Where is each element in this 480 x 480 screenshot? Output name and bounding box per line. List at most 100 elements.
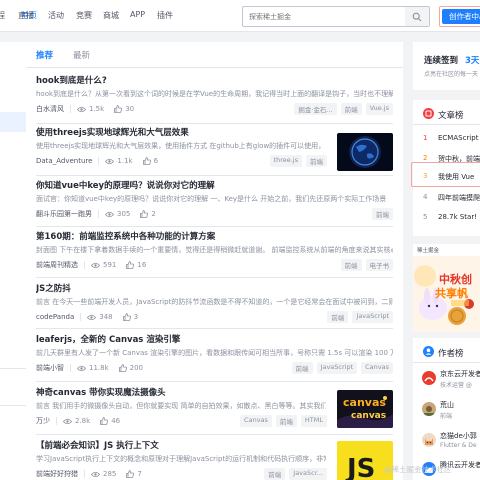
article-meta: 翻斗乐园第一跑男 305 2 [36, 209, 166, 219]
article-author[interactable]: 万少 [36, 416, 50, 426]
rank-item-title[interactable]: 28.7k Star! [438, 213, 477, 221]
svg-text:JS: JS [345, 454, 375, 480]
article-title[interactable]: 神奇canvas 带你实现魔法摄像头 [36, 386, 326, 398]
tag[interactable]: Canvas [240, 415, 272, 427]
likes-stat[interactable]: 2 [140, 210, 156, 218]
views-stat: 2.8k [63, 417, 90, 425]
nav-mall[interactable]: 商城 [103, 10, 119, 21]
mid-autumn-banner[interactable]: 稀土掘金 中秋创 共享帆 [413, 244, 480, 332]
nav-partial[interactable]: 程 [0, 10, 5, 21]
creator-center-button[interactable]: 创作者中心 [442, 9, 480, 24]
likes-stat[interactable]: 16 [126, 261, 146, 269]
article-title[interactable]: 【前端必会知识】JS 执行上下文 [36, 439, 326, 451]
eye-icon [105, 158, 115, 164]
top-navbar: 程 首页 直播 活动 竞赛 商城 APP 插件 创作者中心 [0, 0, 480, 32]
author-ranking-card: 作者榜 京东云开发者 技术运营 @ 荒山 前端 恋猫de小郭 Flutter &… [413, 338, 480, 480]
rank-item-title[interactable]: 四年前端摸爬 [438, 193, 480, 203]
tag[interactable]: 前端 [340, 259, 362, 271]
tag[interactable]: three.js [269, 155, 302, 167]
tag[interactable]: JavaScript [352, 311, 393, 323]
article-item[interactable]: hook到底是什么? hook到底是什么？从第一次看到这个词的时候是在学Vue的… [36, 74, 393, 120]
tag[interactable]: 前端 [327, 311, 349, 323]
author-name[interactable]: 恋猫de小郭 [440, 431, 477, 441]
search-button[interactable] [405, 7, 429, 26]
nav-app[interactable]: APP [130, 10, 145, 19]
tag[interactable]: HTML [300, 415, 327, 427]
tag[interactable]: Vue.js [365, 103, 393, 115]
nav-contest[interactable]: 竞赛 [76, 10, 92, 21]
article-author[interactable]: 前端好好狩猎 [36, 469, 78, 479]
article-item[interactable]: JS之防抖 前言 在今天一些前端开发人员，JavaScript的防抖节流函数是不… [36, 282, 393, 328]
meta-divider [84, 261, 85, 269]
article-author[interactable]: 前端周刊精选 [36, 260, 78, 270]
article-item[interactable]: 使用threejs实现地球辉光和大气层效果 使用threejs实现地球辉光和大气… [36, 126, 393, 172]
article-title[interactable]: leaferjs，全新的 Canvas 渲染引擎 [36, 333, 393, 345]
article-author[interactable]: 白水清风 [36, 104, 64, 114]
article-item[interactable]: leaferjs，全新的 Canvas 渲染引擎 前几天群里有人发了一个新 Ca… [36, 333, 393, 379]
avatar[interactable] [422, 433, 436, 447]
likes-stat[interactable]: 7 [126, 470, 142, 478]
article-title[interactable]: 使用threejs实现地球辉光和大气层效果 [36, 126, 326, 138]
article-item[interactable]: 【前端必会知识】JS 执行上下文 学习JavaScript执行上下文的概念和原理… [36, 439, 393, 480]
tag[interactable]: 前端 [372, 208, 393, 220]
rank-item-title[interactable]: ECMAScript [438, 134, 478, 142]
article-item[interactable]: 第160期：前端监控系统中各种功能的计算方案 封面图 下午在楼下拿着数据手续的一… [36, 230, 393, 276]
left-nav-active-item[interactable] [0, 112, 26, 132]
feed-tabs: 推荐 最新 [26, 42, 403, 68]
tag[interactable]: 前端 [275, 415, 297, 427]
rank-number: 5 [423, 213, 428, 221]
article-title[interactable]: JS之防抖 [36, 282, 393, 294]
author-desc: 技术运营 @ [440, 382, 472, 389]
tag[interactable]: JavaScr... [289, 468, 327, 480]
author-desc: 前端 [440, 413, 453, 420]
article-tags: 前端 JavaScr... [260, 468, 327, 480]
article-item[interactable]: 你知道vue中key的原理吗？说说你对它的理解 面试官：你知道vue中key的原… [36, 179, 393, 225]
left-sidebar [0, 42, 26, 480]
article-author[interactable]: 翻斗乐园第一跑男 [36, 209, 92, 219]
tag[interactable]: JavaScript [316, 362, 358, 374]
canvas-image: canvas canvas [337, 390, 393, 428]
nav-plugins[interactable]: 插件 [157, 10, 173, 21]
thumbs-up-icon [118, 364, 127, 372]
article-title[interactable]: 第160期：前端监控系统中各种功能的计算方案 [36, 230, 393, 242]
nav-live[interactable]: 直播 [18, 10, 34, 21]
article-tags: 前端 [368, 208, 393, 220]
likes-stat[interactable]: 46 [100, 417, 120, 425]
likes-stat[interactable]: 200 [118, 364, 143, 372]
likes-stat[interactable]: 3 [122, 313, 138, 321]
search-input[interactable] [249, 10, 399, 24]
article-author[interactable]: Data_Adventure [36, 157, 92, 165]
eye-icon [87, 314, 97, 320]
meta-divider [70, 364, 71, 372]
likes-stat[interactable]: 30 [114, 105, 134, 113]
tab-latest[interactable]: 最新 [73, 49, 90, 61]
tag[interactable]: Canvas [361, 362, 393, 374]
tag[interactable]: 前端 [291, 362, 313, 374]
rank-item-title[interactable]: 我使用 Vue [438, 172, 474, 182]
article-author[interactable]: codePanda [36, 313, 74, 321]
avatar[interactable] [422, 371, 436, 385]
article-thumbnail-earth[interactable] [337, 133, 393, 171]
likes-stat[interactable]: 6 [142, 157, 158, 165]
nav-events[interactable]: 活动 [48, 10, 64, 21]
article-title[interactable]: 你知道vue中key的原理吗？说说你对它的理解 [36, 179, 393, 191]
article-rank-icon [423, 108, 434, 119]
author-rank-icon [423, 346, 434, 357]
tab-recommended[interactable]: 推荐 [36, 49, 53, 61]
tag[interactable]: 前端 [264, 468, 286, 480]
article-thumbnail-canvas[interactable]: canvas canvas [337, 390, 393, 428]
article-author[interactable]: 前端小智 [36, 363, 64, 373]
rank-divider [413, 362, 480, 363]
avatar[interactable] [422, 402, 436, 416]
article-item[interactable]: 神奇canvas 带你实现魔法摄像头 前言 我们用手的微摄像头自动，但你就要实现… [36, 386, 393, 432]
author-name[interactable]: 京东云开发者 [440, 369, 480, 379]
article-divider [36, 175, 393, 176]
views-count: 2.8k [75, 417, 91, 425]
author-name[interactable]: 荒山 [440, 400, 454, 410]
tag[interactable]: 前端 [340, 103, 362, 115]
tag[interactable]: 前端 [306, 155, 327, 167]
meta-divider [98, 210, 99, 218]
tag[interactable]: 掘金·金石... [294, 103, 337, 115]
article-title[interactable]: hook到底是什么? [36, 74, 393, 86]
tag[interactable]: 电子书 [365, 259, 393, 271]
